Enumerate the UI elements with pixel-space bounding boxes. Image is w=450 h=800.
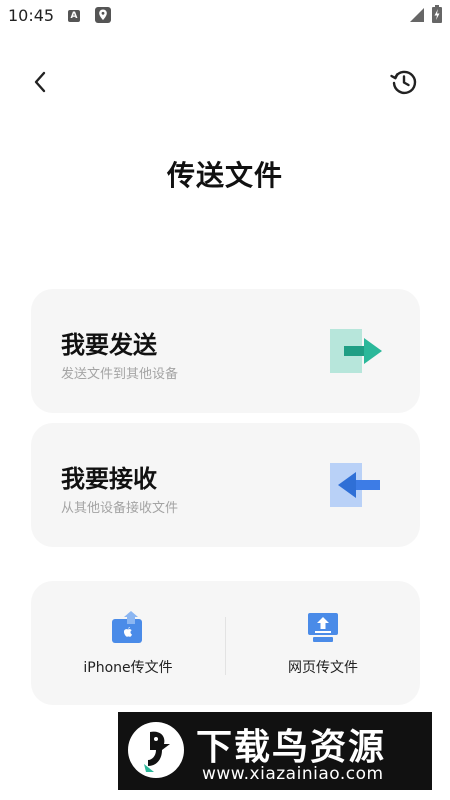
receive-card[interactable]: 我要接收 从其他设备接收文件 <box>31 423 420 547</box>
receive-card-title: 我要接收 <box>61 465 157 493</box>
back-button[interactable] <box>26 66 54 98</box>
chevron-left-icon <box>34 71 46 93</box>
send-arrow-right-icon <box>330 329 382 373</box>
web-transfer-label: 网页传文件 <box>288 660 358 676</box>
iphone-transfer-icon <box>112 611 142 643</box>
web-upload-icon <box>308 613 338 642</box>
web-transfer-button[interactable]: 网页传文件 <box>226 581 420 705</box>
history-icon <box>390 70 417 95</box>
receive-arrow-left-icon <box>330 463 380 507</box>
a-badge-icon: A <box>68 10 80 22</box>
send-card-subtitle: 发送文件到其他设备 <box>61 367 179 382</box>
battery-charging-icon <box>432 5 442 23</box>
status-time: 10:45 <box>8 6 55 25</box>
transfer-tools-panel: iPhone传文件 网页传文件 <box>31 581 420 705</box>
watermark-url: www.xiazainiao.com <box>202 764 384 784</box>
watermark-title: 下载鸟资源 <box>196 727 387 768</box>
send-card-title: 我要发送 <box>61 331 157 359</box>
send-card[interactable]: 我要发送 发送文件到其他设备 <box>31 289 420 413</box>
history-button[interactable] <box>386 64 422 100</box>
location-pin-icon <box>95 7 111 23</box>
watermark-banner: 下载鸟资源 www.xiazainiao.com <box>118 712 432 790</box>
iphone-transfer-button[interactable]: iPhone传文件 <box>31 581 225 705</box>
status-bar: 10:45 A <box>0 0 450 32</box>
signal-icon <box>410 8 424 22</box>
a-badge-letter: A <box>70 11 78 21</box>
receive-card-subtitle: 从其他设备接收文件 <box>61 501 179 516</box>
page-title: 传送文件 <box>166 159 283 192</box>
iphone-transfer-label: iPhone传文件 <box>83 660 173 676</box>
bird-logo-icon <box>128 722 184 778</box>
